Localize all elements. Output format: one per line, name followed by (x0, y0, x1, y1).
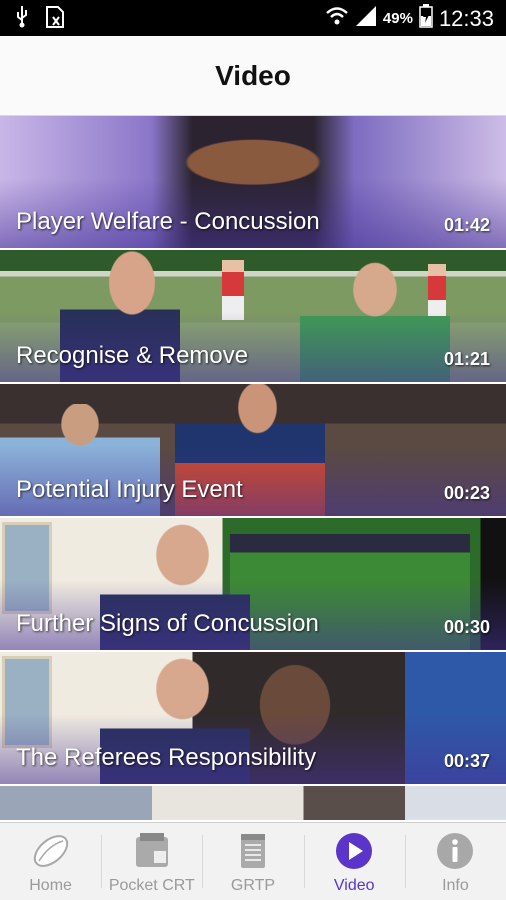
video-item[interactable]: The Referees Responsibility 00:37 (0, 652, 506, 784)
video-duration: 00:30 (443, 617, 490, 637)
sim-icon (44, 6, 66, 33)
video-title: Further Signs of Concussion (16, 610, 319, 637)
video-title: Recognise & Remove (16, 342, 249, 369)
rugby-ball-icon (31, 831, 71, 871)
video-duration: 00:37 (443, 751, 490, 771)
pocket-card-icon (132, 831, 172, 871)
video-title: Potential Injury Event (16, 476, 243, 503)
tab-home[interactable]: Home (0, 823, 101, 900)
usb-icon (14, 6, 30, 33)
video-title: The Referees Responsibility (16, 744, 317, 771)
video-item[interactable]: Recognise & Remove 01:21 (0, 250, 506, 382)
tab-info[interactable]: Info (404, 823, 506, 900)
video-list[interactable]: Player Welfare - Concussion 01:42 Recogn… (0, 116, 506, 822)
tab-video[interactable]: Video (303, 823, 405, 900)
info-icon (435, 831, 475, 871)
tab-pocket-crt[interactable]: Pocket CRT (101, 823, 202, 900)
video-duration: 00:23 (443, 483, 490, 503)
video-thumbnail (0, 786, 506, 820)
clock: 12:33 (438, 5, 494, 31)
tab-grtp[interactable]: GRTP (202, 823, 303, 900)
video-item[interactable]: Player Welfare - Concussion 01:42 (0, 116, 506, 248)
tab-label: Home (29, 877, 72, 894)
video-duration: 01:42 (443, 215, 490, 235)
document-icon (233, 831, 273, 871)
video-duration: 01:21 (443, 349, 490, 369)
tab-label: Info (442, 877, 469, 894)
bottom-nav: Home Pocket CRT GRTP Video Info (0, 822, 506, 900)
play-icon (334, 831, 374, 871)
battery-percent: 49% (382, 10, 413, 27)
signal-icon (355, 5, 377, 32)
wifi-icon (325, 6, 349, 31)
page-title: Video (215, 59, 291, 91)
app-header: Video (0, 36, 506, 116)
video-item-partial[interactable] (0, 786, 506, 820)
tab-label: Pocket CRT (108, 877, 195, 894)
video-item[interactable]: Potential Injury Event 00:23 (0, 384, 506, 516)
battery-icon (419, 4, 433, 33)
video-title: Player Welfare - Concussion (16, 208, 320, 235)
status-bar: 49% 12:33 (0, 0, 506, 36)
tab-label: Video (333, 877, 375, 894)
video-item[interactable]: Further Signs of Concussion 00:30 (0, 518, 506, 650)
tab-label: GRTP (230, 877, 276, 894)
